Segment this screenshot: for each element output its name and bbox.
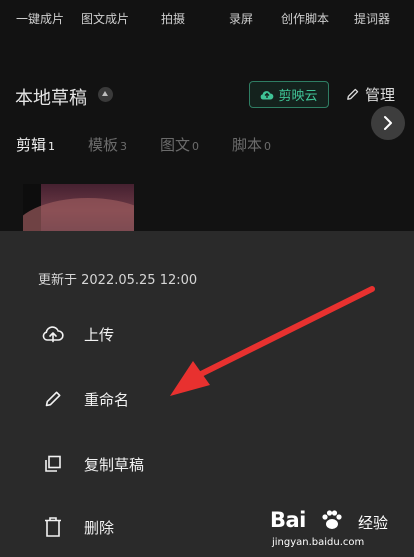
trash-icon: [40, 514, 66, 540]
copy-icon: [40, 451, 66, 477]
tab-edit[interactable]: 剪辑 1: [16, 134, 55, 155]
tab-template[interactable]: 模板 3: [88, 134, 127, 155]
shortcut-script[interactable]: 创作脚本: [281, 10, 329, 27]
cloud-button-label: 剪映云: [278, 89, 318, 104]
caret-up-icon[interactable]: [98, 87, 113, 102]
tab-label: 剪辑: [16, 136, 47, 154]
tab-label: 模板: [88, 136, 119, 154]
delete-label: 删除: [84, 518, 115, 537]
tab-count: 0: [264, 140, 272, 153]
watermark-jingyan: 经验: [358, 514, 389, 532]
tab-script[interactable]: 脚本 0: [232, 134, 271, 155]
draft-tabs: 剪辑 1 模板 3 图文 0 脚本 0: [0, 134, 414, 158]
cloud-button[interactable]: 剪映云: [249, 81, 329, 108]
watermark-brand: Bai: [270, 508, 306, 532]
rename-label: 重命名: [84, 390, 130, 409]
rename-menu-item[interactable]: 重命名: [0, 377, 414, 421]
updated-time: 更新于 2022.05.25 12:00: [38, 273, 198, 288]
tab-label: 图文: [160, 136, 191, 154]
tab-image-text[interactable]: 图文 0: [160, 134, 199, 155]
manage-label: 管理: [365, 86, 396, 104]
pencil-icon: [40, 386, 66, 412]
cloud-icon: [261, 90, 274, 100]
shortcut-shoot[interactable]: 拍摄: [161, 10, 185, 27]
shortcut-bar: 一键成片 图文成片 拍摄 录屏 创作脚本 提词器: [0, 0, 414, 34]
tab-label: 脚本: [232, 136, 263, 154]
upload-label: 上传: [84, 325, 115, 344]
cloud-upload-icon: [40, 321, 66, 347]
copy-draft-label: 复制草稿: [84, 455, 145, 474]
watermark-url: jingyan.baidu.com: [272, 537, 365, 548]
shortcut-one-click[interactable]: 一键成片: [16, 10, 64, 27]
draft-thumbnail[interactable]: [23, 184, 134, 232]
baidu-watermark: Bai 经验 jingyan.baidu.com: [264, 502, 414, 557]
shortcut-image-text[interactable]: 图文成片: [81, 10, 129, 27]
tab-count: 0: [192, 140, 200, 153]
pencil-icon: [347, 88, 359, 100]
copy-draft-menu-item[interactable]: 复制草稿: [0, 442, 414, 486]
upload-menu-item[interactable]: 上传: [0, 312, 414, 356]
tab-count: 1: [48, 140, 56, 153]
shortcut-record-screen[interactable]: 录屏: [229, 10, 253, 27]
shortcut-teleprompter[interactable]: 提词器: [354, 10, 390, 27]
tab-count: 3: [120, 140, 128, 153]
manage-button[interactable]: 管理: [345, 84, 395, 105]
drafts-title: 本地草稿: [15, 88, 87, 109]
paw-icon: [322, 510, 342, 529]
